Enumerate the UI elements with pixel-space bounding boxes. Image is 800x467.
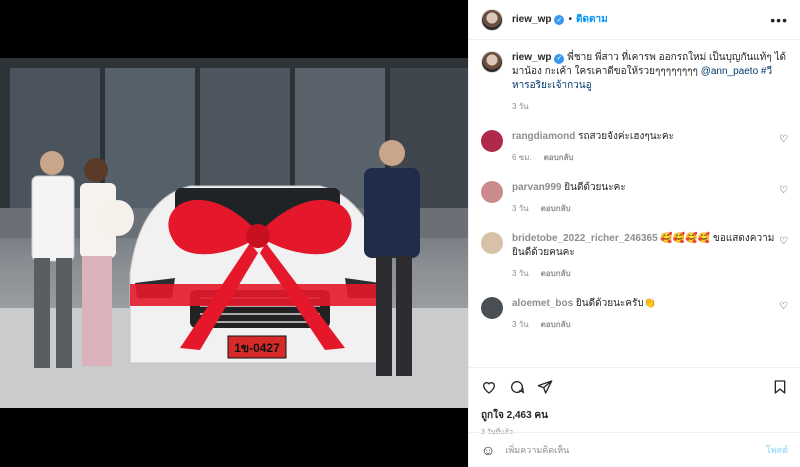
comment-icon[interactable] [509, 379, 525, 395]
comment-input[interactable]: เพิ่มความคิดเห็น [505, 443, 569, 457]
comment-time[interactable]: 3 วัน [512, 318, 529, 332]
heart-icon[interactable]: ♡ [779, 236, 788, 247]
caption-meta: 3 วัน [512, 100, 788, 114]
comment-body: parvan999 ยินดีด้วยนะคะ 3 วัน ตอบกลับ [512, 181, 782, 216]
caption-username[interactable]: riew_wp [512, 52, 551, 63]
likes-count[interactable]: ถูกใจ 2,463 คน [481, 408, 788, 423]
comment-username[interactable]: rangdiamond [512, 131, 575, 142]
comment-text: ยินดีด้วยนะครับ👏 [573, 298, 657, 309]
follow-button[interactable]: ติดตาม [576, 12, 608, 27]
comment-item: aloemet_bos ยินดีด้วยนะครับ👏 3 วัน ตอบกล… [481, 297, 788, 332]
heart-icon[interactable]: ♡ [779, 301, 788, 312]
post-media[interactable]: 1ข-0427 [0, 0, 468, 467]
caption-avatar[interactable] [481, 51, 503, 73]
comment-avatar[interactable] [481, 130, 503, 152]
comment-item: parvan999 ยินดีด้วยนะคะ 3 วัน ตอบกลับ ♡ [481, 181, 788, 216]
comment-meta: 3 วัน ตอบกลับ [512, 267, 782, 281]
comment-username[interactable]: bridetobe_2022_richer_246365 [512, 233, 658, 244]
post-photo: 1ข-0427 [0, 58, 468, 408]
comment-avatar[interactable] [481, 232, 503, 254]
action-icons [481, 376, 788, 398]
heart-icon[interactable]: ♡ [779, 134, 788, 145]
reply-button[interactable]: ตอบกลับ [541, 202, 571, 216]
separator-dot: • [568, 14, 572, 25]
reply-button[interactable]: ตอบกลับ [541, 318, 571, 332]
post-panel: riew_wp ✓ • ติดตาม ••• riew_wp ✓ พี่ชาย พ… [468, 0, 800, 467]
more-options-icon[interactable]: ••• [770, 12, 788, 28]
caption-body: riew_wp ✓ พี่ชาย พี่สาว ที่เคารพ ออกรถใหม… [512, 51, 788, 114]
comment-text: รถสวยจังค่ะเฮงๆนะคะ [575, 131, 674, 142]
post-header: riew_wp ✓ • ติดตาม ••• [469, 0, 800, 40]
avatar[interactable] [481, 8, 503, 31]
comment-meta: 6 ชม. ตอบกลับ [512, 151, 782, 165]
share-icon[interactable] [537, 379, 553, 395]
caption-time[interactable]: 3 วัน [512, 100, 529, 114]
bookmark-icon[interactable] [772, 379, 788, 395]
reply-button[interactable]: ตอบกลับ [544, 151, 574, 165]
comment-username[interactable]: parvan999 [512, 182, 561, 193]
comment-avatar[interactable] [481, 297, 503, 319]
verified-icon: ✓ [554, 54, 565, 64]
post-comment-button[interactable]: โพสต์ [766, 443, 788, 457]
verified-icon: ✓ [554, 14, 565, 25]
comment-meta: 3 วัน ตอบกลับ [512, 202, 782, 216]
heart-icon[interactable] [481, 379, 497, 395]
reply-button[interactable]: ตอบกลับ [541, 267, 571, 281]
comment-time[interactable]: 3 วัน [512, 267, 529, 281]
comment-time[interactable]: 3 วัน [512, 202, 529, 216]
add-comment-row: ☺ เพิ่มความคิดเห็น โพสต์ [469, 432, 800, 467]
comment-username[interactable]: aloemet_bos [512, 298, 573, 309]
comment-body: aloemet_bos ยินดีด้วยนะครับ👏 3 วัน ตอบกล… [512, 297, 782, 332]
heart-icon[interactable]: ♡ [779, 185, 788, 196]
header-username[interactable]: riew_wp [512, 14, 551, 25]
comment-text: ยินดีด้วยนะคะ [561, 182, 626, 193]
comment-item: rangdiamond รถสวยจังค่ะเฮงๆนะคะ 6 ชม. ตอ… [481, 130, 788, 165]
license-plate: 1ข-0427 [234, 341, 280, 355]
comment-body: rangdiamond รถสวยจังค่ะเฮงๆนะคะ 6 ชม. ตอ… [512, 130, 782, 165]
caption-mention[interactable]: @ann_paeto [701, 66, 758, 77]
comment-body: bridetobe_2022_richer_246365 🥰🥰🥰🥰 ขอแสดง… [512, 232, 782, 281]
comment-time[interactable]: 6 ชม. [512, 151, 532, 165]
photo-scene: 1ข-0427 [0, 58, 468, 408]
comment-meta: 3 วัน ตอบกลับ [512, 318, 782, 332]
comment-avatar[interactable] [481, 181, 503, 203]
comment-item: bridetobe_2022_richer_246365 🥰🥰🥰🥰 ขอแสดง… [481, 232, 788, 281]
comments-list[interactable]: riew_wp ✓ พี่ชาย พี่สาว ที่เคารพ ออกรถใหม… [469, 41, 800, 367]
caption: riew_wp ✓ พี่ชาย พี่สาว ที่เคารพ ออกรถใหม… [481, 51, 788, 114]
emoji-icon[interactable]: ☺ [481, 442, 495, 458]
instagram-post: 1ข-0427 riew_wp ✓ • ติดตาม ••• riew_wp ✓… [0, 0, 800, 467]
post-actions: ถูกใจ 2,463 คน 3 วันที่แล้ว [469, 367, 800, 438]
